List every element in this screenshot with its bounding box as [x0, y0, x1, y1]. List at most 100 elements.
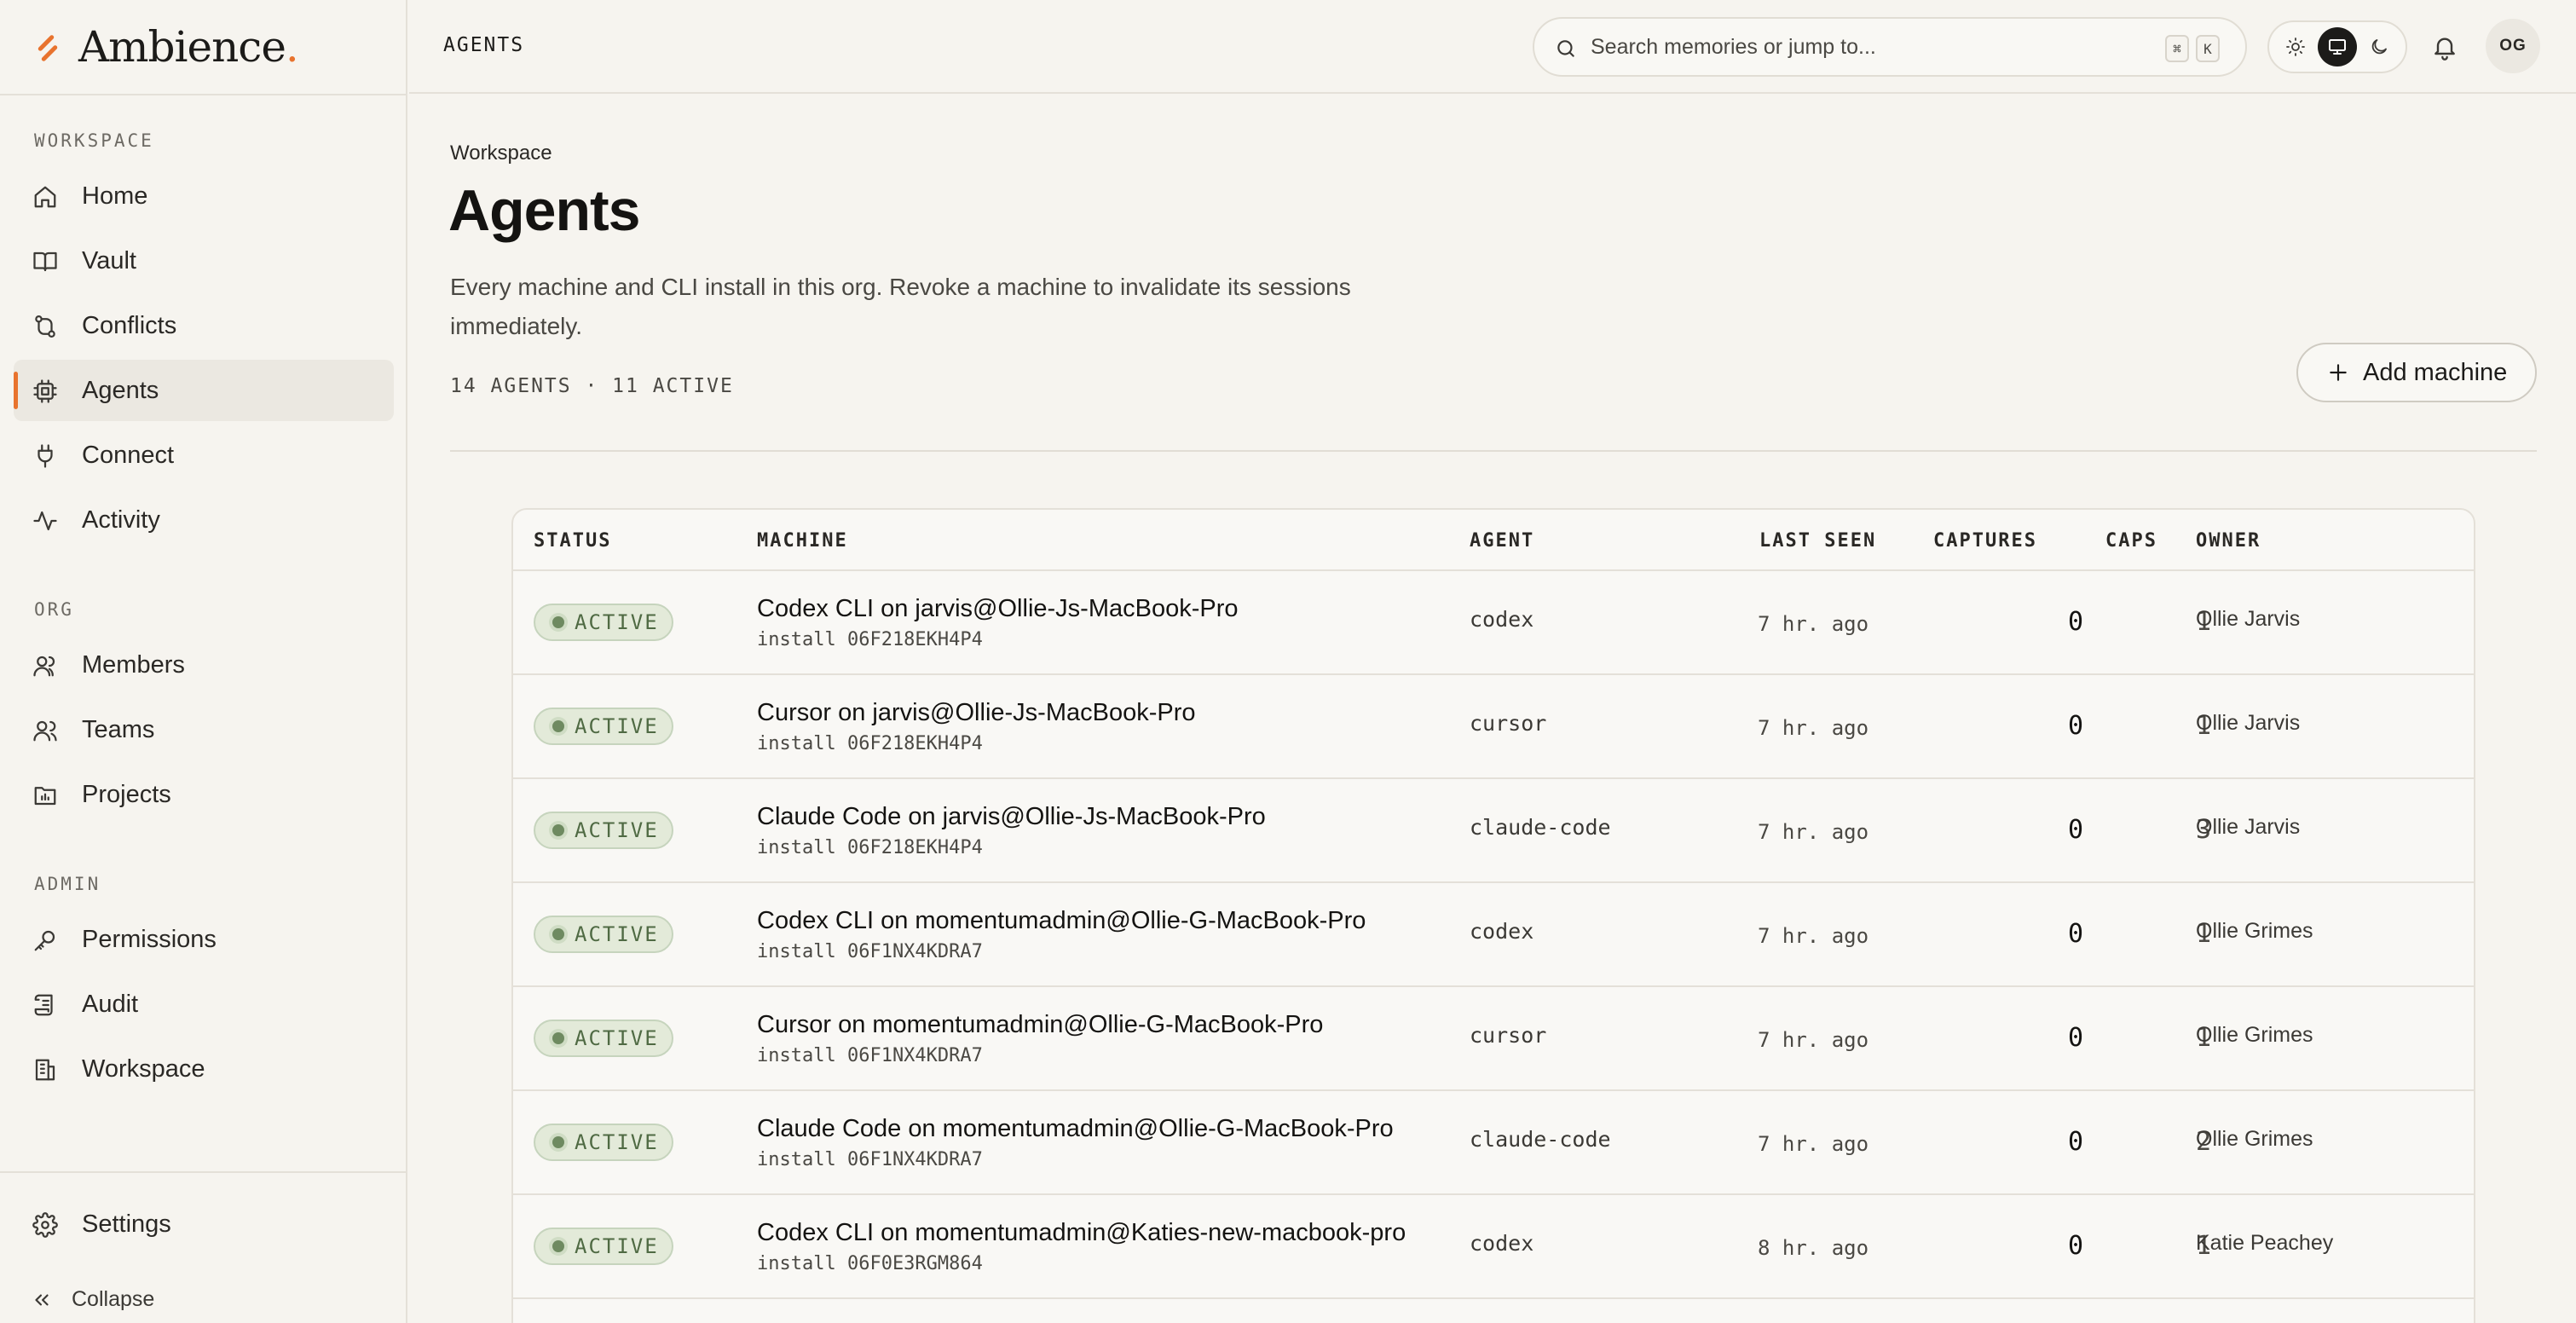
column-header-captures[interactable]: CAPTURES [1933, 530, 2037, 552]
sidebar-item-conflicts[interactable]: Conflicts [14, 295, 394, 356]
sidebar-item-label: Audit [82, 990, 139, 1018]
column-header-last-seen[interactable]: LAST SEEN [1759, 530, 1876, 552]
last-seen: 7 hr. ago [1758, 1132, 1869, 1156]
status-text: ACTIVE [575, 818, 659, 842]
sidebar-item-label: Members [82, 650, 185, 679]
plug-icon [32, 443, 58, 469]
users-icon [32, 653, 58, 679]
captures-count: 0 [2067, 711, 2083, 741]
machine-name[interactable]: Codex CLI on momentumadmin@Katies-new-ma… [757, 1219, 1406, 1247]
avatar[interactable]: OG [2486, 19, 2540, 73]
folder-chart-icon [32, 783, 58, 808]
machine-name[interactable]: Cursor on momentumadmin@Ollie-G-MacBook-… [757, 1011, 1323, 1039]
status-dot-icon [552, 1136, 564, 1148]
table-row[interactable]: ACTIVE Codex CLI on momentumadmin@Katies… [513, 1195, 2474, 1299]
search-input[interactable]: Search memories or jump to... ⌘ K [1533, 17, 2247, 77]
machine-name[interactable]: Claude Code on momentumadmin@Ollie-G-Mac… [757, 1115, 1394, 1143]
last-seen: 7 hr. ago [1758, 716, 1869, 740]
agent-type: codex [1470, 919, 1534, 944]
column-header-status[interactable]: STATUS [534, 530, 611, 552]
sidebar-item-settings[interactable]: Settings [14, 1193, 394, 1255]
theme-toggle [2267, 20, 2407, 73]
building-icon [32, 1057, 58, 1083]
machine-name[interactable]: Codex CLI on jarvis@Ollie-Js-MacBook-Pro [757, 595, 1239, 623]
home-icon [32, 184, 58, 210]
column-header-agent[interactable]: AGENT [1470, 530, 1534, 552]
brand-name-text: Ambience [78, 22, 286, 72]
collapse-button[interactable]: Collapse [31, 1287, 154, 1312]
sun-icon[interactable] [2276, 27, 2315, 66]
logo-mark-icon [34, 32, 60, 62]
sidebar-item-activity[interactable]: Activity [14, 489, 394, 551]
captures-count: 0 [2067, 607, 2083, 637]
table-row[interactable]: ACTIVE Cursor on momentumadmin@Ollie-G-M… [513, 987, 2474, 1091]
search-placeholder: Search memories or jump to... [1591, 34, 1876, 59]
sidebar-item-vault[interactable]: Vault [14, 230, 394, 292]
machine-name[interactable]: Codex CLI on momentumadmin@Ollie-G-MacBo… [757, 907, 1366, 935]
status-dot-icon [552, 928, 564, 940]
status-dot-icon [552, 1032, 564, 1044]
sidebar-item-teams[interactable]: Teams [14, 699, 394, 760]
captures-count: 0 [2067, 1231, 2083, 1261]
table-row[interactable]: ACTIVE Claude Code on jarvis@Ollie-Js-Ma… [513, 779, 2474, 883]
column-header-machine[interactable]: MACHINE [757, 530, 848, 552]
sidebar-item-audit[interactable]: Audit [14, 973, 394, 1035]
page-divider [450, 450, 2537, 452]
sidebar-item-workspace[interactable]: Workspace [14, 1038, 394, 1100]
sidebar-item-label: Activity [82, 506, 160, 534]
machine-name[interactable]: Claude Code on jarvis@Ollie-Js-MacBook-P… [757, 803, 1266, 831]
status-badge: ACTIVE [534, 1020, 673, 1057]
table-row[interactable]: ACTIVE Cursor on jarvis@Ollie-Js-MacBook… [513, 675, 2474, 779]
last-seen: 7 hr. ago [1758, 1028, 1869, 1052]
sidebar-item-home[interactable]: Home [14, 165, 394, 227]
moon-icon[interactable] [2359, 27, 2399, 66]
sidebar-item-label: Workspace [82, 1054, 205, 1083]
sidebar-item-projects[interactable]: Projects [14, 764, 394, 825]
machine-name[interactable]: Cursor on jarvis@Ollie-Js-MacBook-Pro [757, 699, 1196, 727]
table-row[interactable]: ACTIVE Codex CLI on jarvis@Ollie-Js-MacB… [513, 571, 2474, 675]
brand-dot: . [285, 22, 299, 72]
status-badge: ACTIVE [534, 916, 673, 953]
sidebar-item-connect[interactable]: Connect [14, 425, 394, 486]
install-id: install 06F1NX4KDRA7 [757, 941, 983, 962]
last-seen: 7 hr. ago [1758, 612, 1869, 636]
status-text: ACTIVE [575, 714, 659, 738]
captures-count: 0 [2067, 815, 2083, 845]
agent-stats: 14 AGENTS · 11 ACTIVE [450, 375, 734, 397]
owner-name: Katie Peachey [2196, 1231, 2334, 1255]
status-text: ACTIVE [575, 1130, 659, 1154]
table-row[interactable]: ACTIVE Claude Code on momentumadmin@Olli… [513, 1091, 2474, 1195]
column-header-owner[interactable]: OWNER [2196, 530, 2261, 552]
status-badge: ACTIVE [534, 1124, 673, 1161]
monitor-icon[interactable] [2318, 27, 2357, 66]
add-machine-button[interactable]: Add machine [2296, 343, 2537, 402]
sidebar-item-members[interactable]: Members [14, 634, 394, 696]
sidebar-item-label: Home [82, 182, 148, 210]
bell-icon[interactable] [2431, 32, 2458, 61]
agent-type: cursor [1470, 711, 1547, 736]
app-root: Ambience. WORKSPACE Home Vault Conflicts… [0, 0, 2576, 1323]
owner-name: Ollie Grimes [2196, 1023, 2313, 1047]
status-dot-icon [552, 1240, 564, 1252]
agent-type: codex [1470, 607, 1534, 632]
team-icon [32, 718, 58, 743]
owner-name: Ollie Grimes [2196, 1127, 2313, 1151]
section-label-workspace: WORKSPACE [34, 130, 154, 151]
install-id: install 06F218EKH4P4 [757, 629, 983, 650]
shortcut-k-key: K [2196, 35, 2220, 62]
chip-icon [32, 378, 58, 404]
sidebar-item-permissions[interactable]: Permissions [14, 909, 394, 970]
table-row[interactable]: ACTIVE Codex CLI on momentumadmin@Ollie-… [513, 883, 2474, 987]
status-badge: ACTIVE [534, 1228, 673, 1265]
install-id: install 06F1NX4KDRA7 [757, 1149, 983, 1170]
install-id: install 06F218EKH4P4 [757, 837, 983, 858]
column-header-caps[interactable]: CAPS [2105, 530, 2157, 552]
status-text: ACTIVE [575, 1234, 659, 1258]
status-text: ACTIVE [575, 922, 659, 946]
page-overline: Workspace [450, 142, 552, 165]
sidebar-item-agents[interactable]: Agents [14, 360, 394, 421]
brand-logo[interactable]: Ambience. [34, 17, 299, 77]
sidebar-item-label: Agents [82, 376, 159, 404]
page-title: Agents [448, 178, 640, 243]
sidebar-item-label: Permissions [82, 925, 217, 953]
